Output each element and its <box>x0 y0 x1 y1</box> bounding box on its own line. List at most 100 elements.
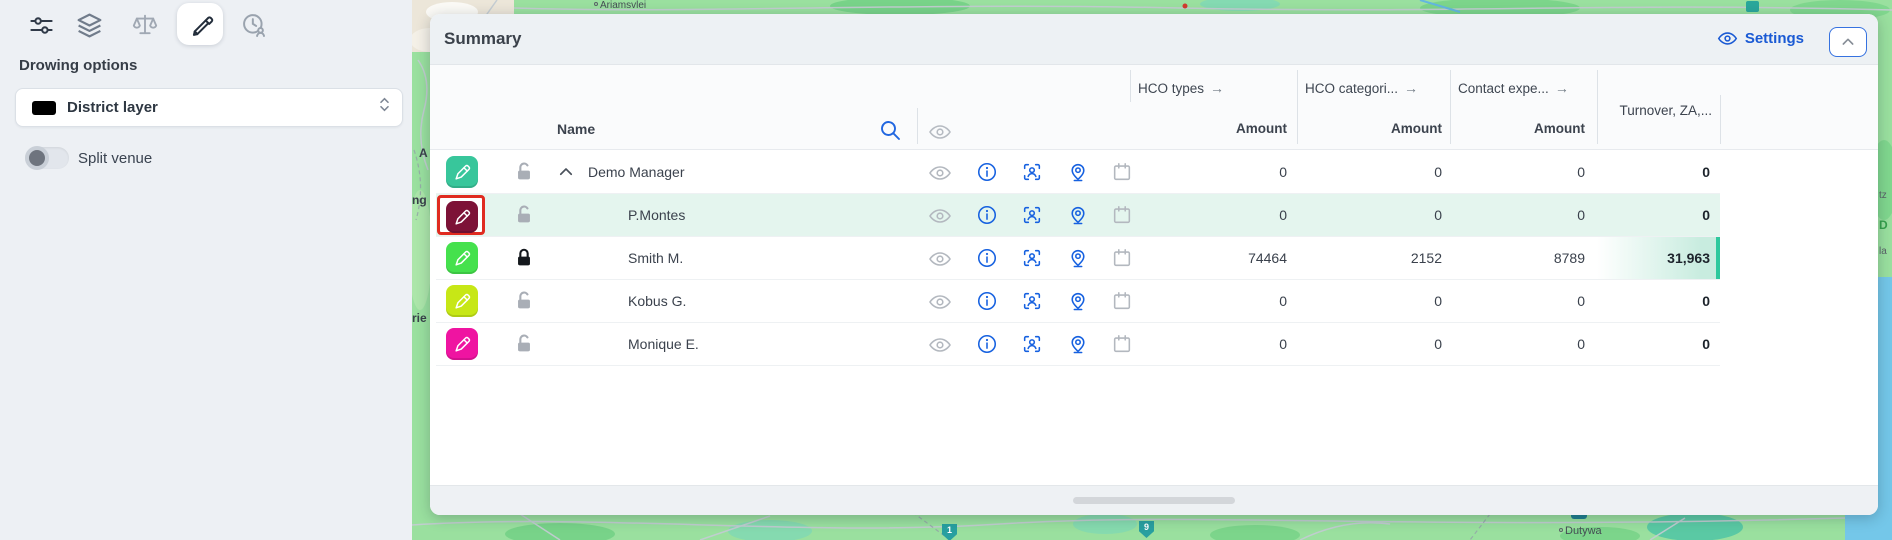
map-label-fragment: rie <box>412 311 427 325</box>
selected-pencil-ring <box>437 195 485 235</box>
amount-contact: 0 <box>1450 164 1585 180</box>
row-name[interactable]: Monique E. <box>628 336 699 352</box>
collapse-panel-button[interactable] <box>1829 27 1867 57</box>
amount-hco-categories: 0 <box>1297 164 1442 180</box>
summary-title: Summary <box>444 29 521 49</box>
location-pin-icon[interactable] <box>1067 247 1091 271</box>
info-icon[interactable] <box>976 290 1000 314</box>
row-visibility-icon[interactable] <box>928 161 952 185</box>
column-divider <box>1720 95 1721 144</box>
table-row[interactable]: Kobus G. 0 0 0 0 <box>436 280 1720 323</box>
focus-on-person-icon[interactable] <box>1021 247 1045 271</box>
amount-hco-categories: 0 <box>1297 336 1442 352</box>
edit-pencil-button[interactable] <box>446 242 478 274</box>
column-divider <box>1130 70 1131 102</box>
row-name[interactable]: Kobus G. <box>628 293 686 309</box>
amount-hco-categories: 0 <box>1297 293 1442 309</box>
eye-icon <box>1717 28 1738 49</box>
map-label-fragment: D <box>1879 218 1888 232</box>
amount-contact: 0 <box>1450 293 1585 309</box>
info-icon[interactable] <box>976 161 1000 185</box>
town-marker-icon <box>594 2 598 6</box>
edit-pencil-button[interactable] <box>446 285 478 317</box>
turnover-value: 31,963 <box>1597 250 1710 266</box>
lock-open-icon[interactable] <box>513 333 535 355</box>
focus-on-person-icon[interactable] <box>1021 333 1045 357</box>
table-header: Name HCO types→ HCO categori...→ Contact… <box>430 65 1878 150</box>
amount-hco-types: 0 <box>1150 336 1287 352</box>
info-icon[interactable] <box>976 204 1000 228</box>
table-row[interactable]: P.Montes 0 0 0 0 <box>436 194 1720 237</box>
turnover-value: 0 <box>1597 207 1710 223</box>
amount-hco-categories: 2152 <box>1297 250 1442 266</box>
layers-icon[interactable] <box>72 8 106 42</box>
lock-closed-icon[interactable] <box>513 247 535 269</box>
edit-pencil-button[interactable] <box>446 328 478 360</box>
focus-on-person-icon[interactable] <box>1021 204 1045 228</box>
search-icon[interactable] <box>878 118 902 142</box>
focus-on-person-icon[interactable] <box>1021 290 1045 314</box>
row-visibility-icon[interactable] <box>928 247 952 271</box>
collapse-group-icon[interactable] <box>557 163 575 181</box>
pencil-icon <box>453 335 472 354</box>
drawing-options-panel: Drowing options District layer Split ven… <box>0 0 412 540</box>
edit-pencil-button[interactable] <box>446 156 478 188</box>
location-pin-icon[interactable] <box>1067 204 1091 228</box>
turnover-value: 0 <box>1597 164 1710 180</box>
edit-pencil-button[interactable] <box>446 201 478 233</box>
lock-open-icon[interactable] <box>513 161 535 183</box>
location-pin-icon[interactable] <box>1067 161 1091 185</box>
column-divider <box>1297 70 1298 144</box>
layer-select[interactable]: District layer <box>15 88 403 127</box>
table-row[interactable]: Smith M. 74464 2152 8789 31,963 <box>436 237 1720 280</box>
chevron-up-icon <box>1840 34 1856 50</box>
marker-tool-icon[interactable] <box>186 8 220 42</box>
row-visibility-icon[interactable] <box>928 333 952 357</box>
settings-button[interactable]: Settings <box>1717 28 1804 49</box>
location-pin-icon[interactable] <box>1067 290 1091 314</box>
horizontal-scrollbar[interactable] <box>1073 497 1235 504</box>
arrow-right-icon: → <box>1404 80 1418 96</box>
layer-color-swatch <box>32 101 56 115</box>
lock-open-icon[interactable] <box>513 204 535 226</box>
row-visibility-icon[interactable] <box>928 204 952 228</box>
history-icon[interactable] <box>237 8 271 42</box>
calendar-icon[interactable] <box>1111 204 1135 228</box>
focus-on-person-icon[interactable] <box>1021 161 1045 185</box>
row-name[interactable]: Smith M. <box>628 250 683 266</box>
toggle-knob <box>25 146 49 170</box>
location-pin-icon[interactable] <box>1067 333 1091 357</box>
info-icon[interactable] <box>976 247 1000 271</box>
app-root: Ariamsvlei Dutywa ng rie A tz D la 1 9 <box>0 0 1892 540</box>
scales-icon[interactable] <box>128 8 162 42</box>
calendar-icon[interactable] <box>1111 161 1135 185</box>
split-venue-toggle[interactable] <box>25 147 69 169</box>
table-row[interactable]: Monique E. 0 0 0 0 <box>436 323 1720 366</box>
column-group-hco-types[interactable]: HCO types→ <box>1138 80 1224 96</box>
row-visibility-icon[interactable] <box>928 290 952 314</box>
map-town-label-top: Ariamsvlei <box>594 0 646 11</box>
row-name[interactable]: P.Montes <box>628 207 685 223</box>
table-row[interactable]: Demo Manager 0 0 0 0 <box>436 151 1720 194</box>
map-label-fragment: la <box>1879 246 1887 257</box>
amount-hco-types: 0 <box>1150 164 1287 180</box>
lock-open-icon[interactable] <box>513 290 535 312</box>
amount-hco-types: 0 <box>1150 293 1287 309</box>
town-marker-icon <box>1559 528 1563 532</box>
calendar-icon[interactable] <box>1111 333 1135 357</box>
amount-contact: 0 <box>1450 336 1585 352</box>
row-name[interactable]: Demo Manager <box>588 164 685 180</box>
split-venue-row: Split venue <box>25 147 152 169</box>
arrow-right-icon: → <box>1210 80 1224 96</box>
calendar-icon[interactable] <box>1111 247 1135 271</box>
calendar-icon[interactable] <box>1111 290 1135 314</box>
amount-contact: 8789 <box>1450 250 1585 266</box>
column-group-hco-categories[interactable]: HCO categori...→ <box>1305 80 1418 96</box>
turnover-value: 0 <box>1597 293 1710 309</box>
column-divider <box>1597 70 1598 144</box>
info-icon[interactable] <box>976 333 1000 357</box>
column-header-name[interactable]: Name <box>557 121 595 137</box>
column-group-contact[interactable]: Contact expe...→ <box>1458 80 1569 96</box>
map-label-fragment: tz <box>1879 190 1887 201</box>
sliders-icon[interactable] <box>24 8 58 42</box>
